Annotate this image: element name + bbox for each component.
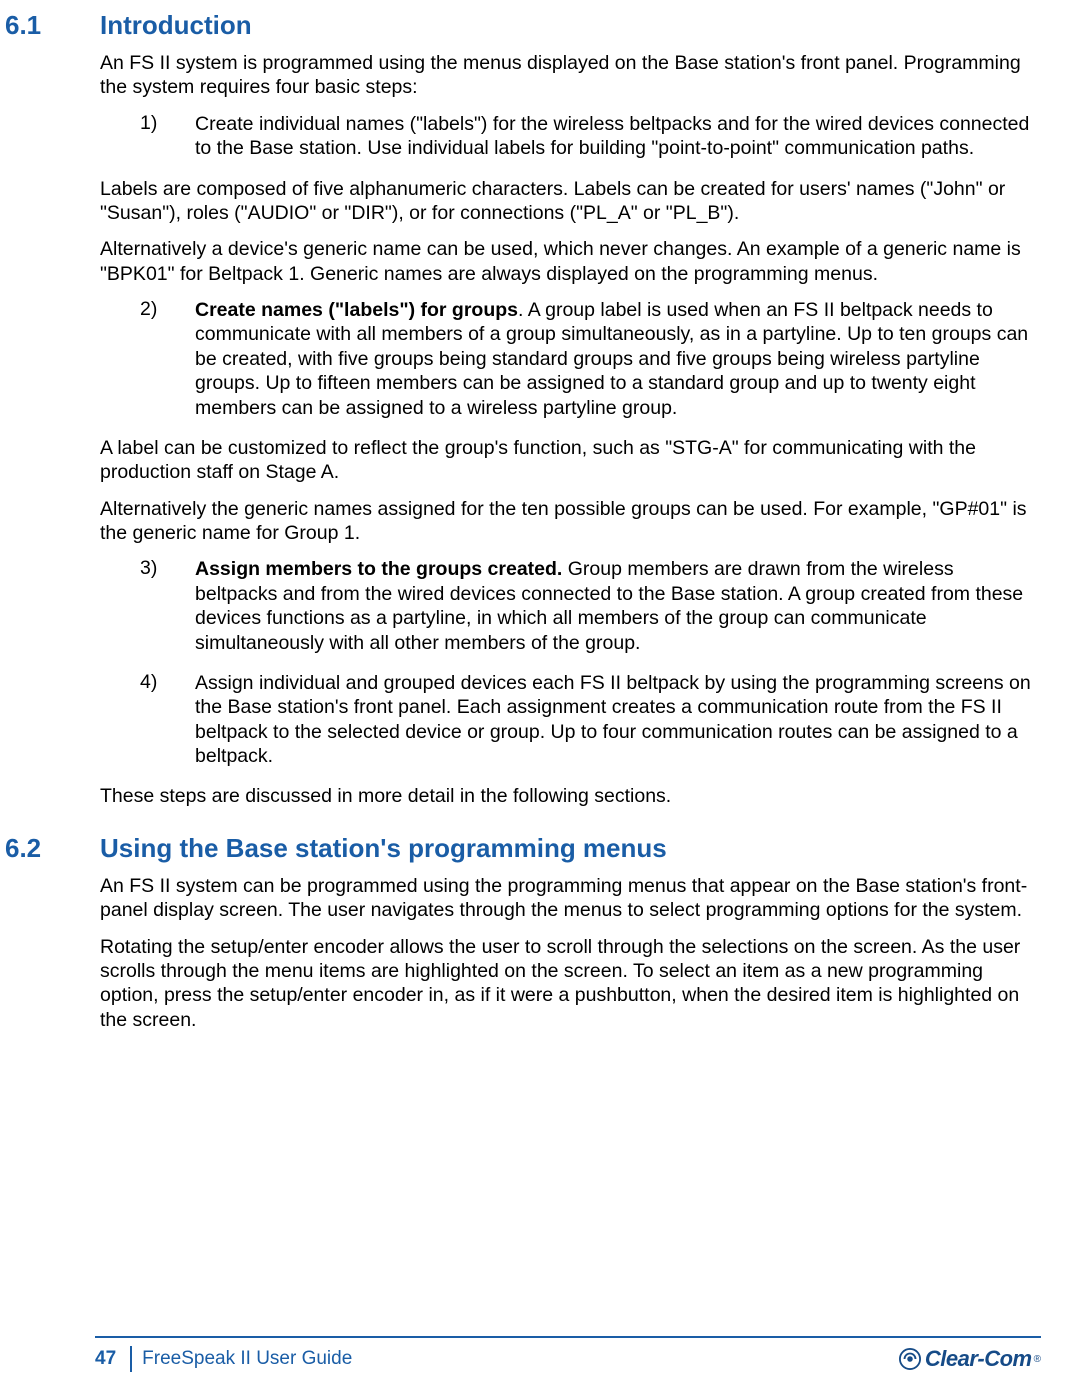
list-number: 1) xyxy=(140,112,195,161)
section-number: 6.1 xyxy=(5,10,100,41)
paragraph: An FS II system can be programmed using … xyxy=(100,874,1041,923)
clearcom-icon xyxy=(899,1348,921,1370)
paragraph: A label can be customized to reflect the… xyxy=(100,436,1041,485)
list-item: 3)Assign members to the groups created. … xyxy=(140,557,1041,655)
list-text: Create individual names ("labels") for t… xyxy=(195,112,1041,161)
footer-rule xyxy=(95,1336,1041,1338)
paragraph: Alternatively the generic names assigned… xyxy=(100,497,1041,546)
paragraph: Alternatively a device's generic name ca… xyxy=(100,237,1041,286)
list-item: 1)Create individual names ("labels") for… xyxy=(140,112,1041,161)
list-text: Assign members to the groups created. Gr… xyxy=(195,557,1041,655)
paragraph: Labels are composed of five alphanumeric… xyxy=(100,177,1041,226)
section-title: Introduction xyxy=(100,10,252,41)
brand-logo: Clear-Com ® xyxy=(899,1346,1041,1372)
paragraph: These steps are discussed in more detail… xyxy=(100,784,1041,808)
paragraph: Rotating the setup/enter encoder allows … xyxy=(100,935,1041,1033)
registered-mark: ® xyxy=(1034,1354,1041,1365)
guide-title: FreeSpeak II User Guide xyxy=(142,1348,352,1370)
footer-divider xyxy=(130,1346,132,1372)
list-number: 3) xyxy=(140,557,195,655)
page-number: 47 xyxy=(95,1348,126,1370)
paragraph: An FS II system is programmed using the … xyxy=(100,51,1041,100)
section-heading: 6.2Using the Base station's programming … xyxy=(100,833,1041,864)
brand-name: Clear-Com xyxy=(925,1346,1032,1372)
list-item: 4)Assign individual and grouped devices … xyxy=(140,671,1041,769)
section-number: 6.2 xyxy=(5,833,100,864)
section-heading: 6.1Introduction xyxy=(100,10,1041,41)
list-text: Assign individual and grouped devices ea… xyxy=(195,671,1041,769)
list-text: Create names ("labels") for groups. A gr… xyxy=(195,298,1041,420)
page-footer: 47 FreeSpeak II User Guide Clear-Com ® xyxy=(0,1336,1071,1372)
list-number: 2) xyxy=(140,298,195,420)
list-number: 4) xyxy=(140,671,195,769)
section-title: Using the Base station's programming men… xyxy=(100,833,667,864)
list-item: 2)Create names ("labels") for groups. A … xyxy=(140,298,1041,420)
